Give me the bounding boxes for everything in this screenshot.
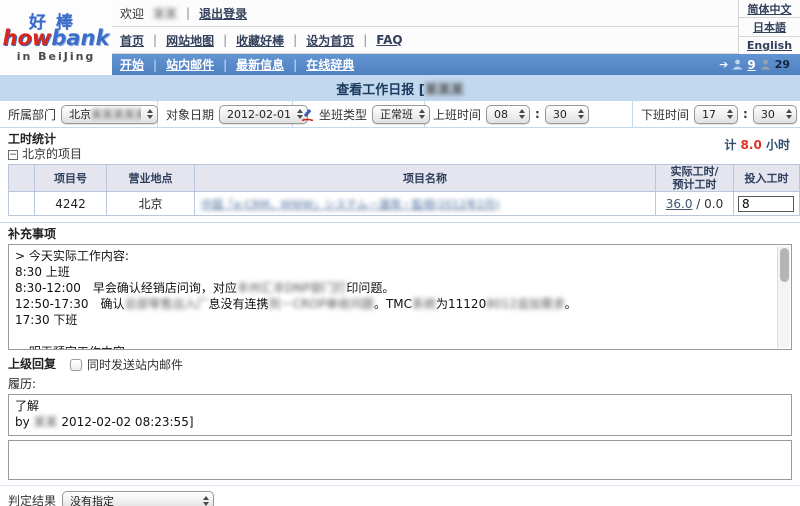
actual-planned-cell: 36.0 / 0.0	[656, 192, 734, 216]
page-title: 查看工作日报 [某某某	[336, 79, 463, 98]
verdict-select[interactable]: 没有指定	[62, 491, 214, 506]
end-time-label: 下班时间	[641, 106, 689, 123]
history-textarea[interactable]: 了解by 某某 2012-02-02 08:23:55]	[8, 394, 792, 436]
lang-japanese[interactable]: 日本語	[753, 19, 786, 35]
project-no-cell: 4242	[35, 192, 107, 216]
start-minute-select[interactable]: 30	[545, 105, 589, 124]
welcome-label: 欢迎	[120, 5, 144, 22]
lang-english[interactable]: English	[747, 39, 792, 52]
page-title-band: 查看工作日报 [某某某	[0, 75, 800, 101]
header-project-no: 项目号	[35, 165, 107, 192]
verdict-row: 判定结果 没有指定	[0, 485, 800, 506]
project-name-link[interactable]: 中国「e-CRM、WWW」システム－運用・監視(2012年2月)	[201, 198, 499, 211]
supplement-title: 补充事项	[8, 227, 792, 242]
header-actual-planned: 实际工时/预计工时	[656, 165, 734, 192]
verdict-label: 判定结果	[8, 492, 56, 506]
report-owner-name: 某某某	[425, 83, 464, 98]
online-count-link[interactable]: 9	[747, 58, 755, 72]
logo-english-text: howbank	[3, 28, 110, 49]
edit-pencil-icon	[301, 108, 314, 121]
supervisor-reply-section: 上级回复 同时发送站内邮件 履历: 了解by 某某 2012-02-02 08:…	[0, 350, 800, 480]
menu-latest-info[interactable]: 最新信息	[236, 56, 284, 73]
reply-textarea[interactable]	[8, 440, 792, 480]
shift-type-label: 坐班类型	[319, 106, 367, 123]
site-nav-row: 首页 网站地图 收藏好棒 设为首页 FAQ	[112, 27, 738, 54]
history-label: 履历:	[8, 377, 792, 392]
howbank-logo[interactable]: 好棒 howbank in BeiJing	[0, 0, 112, 75]
supplement-textarea[interactable]: > 今天实际工作内容:8:30 上班8:30-12:00 早会确认经销店问询，对…	[8, 244, 792, 350]
time-colon: :	[535, 107, 540, 121]
reply-section-title: 上级回复	[8, 357, 56, 372]
start-time-label: 上班时间	[433, 106, 481, 123]
scrollbar[interactable]	[777, 246, 790, 348]
menu-start[interactable]: 开始	[120, 56, 144, 73]
send-mail-checkbox[interactable]	[70, 359, 82, 371]
hours-section-header: 工时统计 − 北京的项目 计 8.0 小时	[0, 128, 800, 162]
total-user-icon	[760, 59, 771, 70]
select-arrows-icon	[203, 496, 209, 506]
header-empty	[9, 165, 35, 192]
lang-simplified-chinese[interactable]: 简体中文	[748, 1, 792, 17]
nav-home[interactable]: 首页	[120, 32, 144, 49]
project-group-label: 北京的项目	[22, 147, 82, 162]
main-menu-bar: 开始 站内邮件 最新信息 在线辞典 ➔ 9 29	[112, 54, 800, 75]
menu-internal-mail[interactable]: 站内邮件	[166, 56, 214, 73]
project-hours-table: 项目号 营业地点 项目名称 实际工时/预计工时 投入工时 4242 北京 中国「…	[8, 164, 800, 216]
welcome-username: 某某	[153, 5, 177, 22]
total-count: 29	[775, 58, 790, 71]
supplement-section: 补充事项 > 今天实际工作内容:8:30 上班8:30-12:00 早会确认经销…	[0, 223, 800, 350]
table-row: 4242 北京 中国「e-CRM、WWW」システム－運用・監視(2012年2月)…	[9, 192, 800, 216]
table-header-row: 项目号 营业地点 项目名称 实际工时/预计工时 投入工时	[9, 165, 800, 192]
select-arrows-icon	[727, 109, 733, 119]
end-minute-select[interactable]: 30	[753, 105, 797, 124]
start-hour-select[interactable]: 08	[486, 105, 530, 124]
logo-subtitle: in BeiJing	[17, 51, 96, 62]
logout-link[interactable]: 退出登录	[199, 5, 247, 22]
row-empty-cell	[9, 192, 35, 216]
send-mail-label: 同时发送站内邮件	[87, 356, 183, 373]
hours-section-title: 工时统计	[8, 132, 792, 147]
project-name-cell: 中国「e-CRM、WWW」システム－運用・監視(2012年2月)	[195, 192, 656, 216]
location-cell: 北京	[107, 192, 195, 216]
arrow-icon: ➔	[719, 58, 728, 71]
total-hours: 计 8.0 小时	[724, 136, 790, 153]
welcome-row: 欢迎 某某 退出登录	[112, 0, 738, 27]
menu-online-dictionary[interactable]: 在线辞典	[306, 56, 354, 73]
shift-type-select[interactable]: 正常班	[372, 105, 430, 124]
input-hours-field[interactable]	[738, 196, 794, 212]
nav-set-homepage[interactable]: 设为首页	[306, 32, 354, 49]
header-project-name: 项目名称	[195, 165, 656, 192]
select-arrows-icon	[147, 109, 153, 119]
divider	[186, 6, 190, 20]
time-colon: :	[743, 107, 748, 121]
total-hours-value: 8.0	[741, 138, 762, 152]
header-location: 营业地点	[107, 165, 195, 192]
department-select[interactable]: 北京某某某某某部	[61, 105, 158, 124]
target-date-label: 对象日期	[166, 106, 214, 123]
scrollbar-thumb[interactable]	[780, 248, 789, 282]
actual-hours-link[interactable]: 36.0	[666, 197, 693, 211]
select-arrows-icon	[519, 109, 525, 119]
header-input-hours: 投入工时	[734, 165, 800, 192]
nav-bookmark[interactable]: 收藏好棒	[236, 32, 284, 49]
department-label: 所属部门	[8, 106, 56, 123]
nav-sitemap[interactable]: 网站地图	[166, 32, 214, 49]
input-hours-cell	[734, 192, 800, 216]
report-settings-row: 所属部门 北京某某某某某部 对象日期 2012-02-01 坐班类型 正常班 上…	[0, 101, 800, 128]
page-header: 好棒 howbank in BeiJing 欢迎 某某 退出登录 首页 网站地图…	[0, 0, 800, 75]
select-arrows-icon	[578, 109, 584, 119]
end-hour-select[interactable]: 17	[694, 105, 738, 124]
select-arrows-icon	[786, 109, 792, 119]
collapse-minus-icon[interactable]: −	[8, 150, 18, 160]
language-switcher: 简体中文 日本語 English	[738, 0, 800, 54]
online-user-icon	[732, 59, 743, 70]
nav-faq[interactable]: FAQ	[376, 33, 402, 47]
